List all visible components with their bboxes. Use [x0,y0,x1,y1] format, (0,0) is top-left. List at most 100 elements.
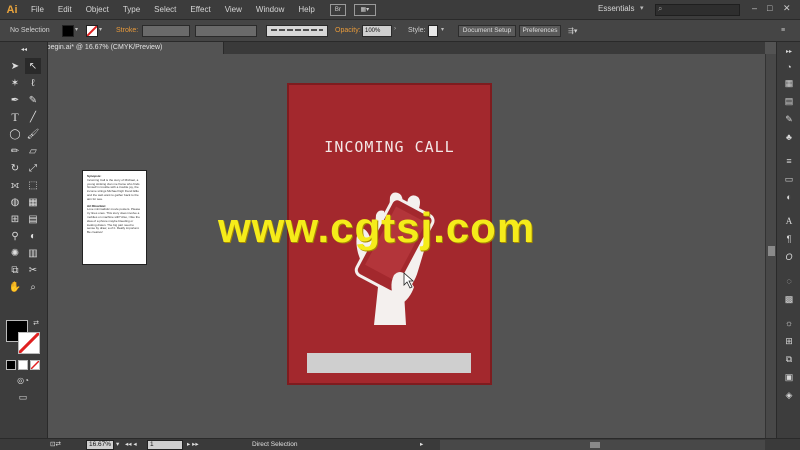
zoom-tool-icon[interactable]: ⌕ [25,279,41,295]
opacity-label[interactable]: Opacity: [335,27,361,34]
direct-selection-tool-icon[interactable]: ↖ [25,58,41,74]
menu-type[interactable]: Type [116,0,147,20]
menu-view[interactable]: View [218,0,249,20]
tab-document[interactable]: × 07_begin.ai* @ 16.67% (CMYK/Preview) [24,42,224,54]
scrollbar-thumb[interactable] [590,442,600,448]
close-icon[interactable]: ✕ [783,3,791,14]
character-panel-icon[interactable]: A [781,214,797,228]
first-artboard-icon[interactable]: ◂◂ ◂ [125,440,137,450]
pathfinder-panel-icon[interactable]: ⧉ [781,352,797,366]
eraser-tool-icon[interactable]: ▱ [25,143,41,159]
opacity-field[interactable]: 100% [362,25,392,37]
paragraph-panel-icon[interactable]: ¶ [781,232,797,246]
width-tool-icon[interactable]: ⟗ [7,177,23,193]
rotate-tool-icon[interactable]: ↻ [7,160,23,176]
artboard-tool-icon[interactable]: ⧉ [7,262,23,278]
vertical-scrollbar[interactable] [765,54,776,438]
swatches-panel-icon[interactable]: ▤ [781,94,797,108]
color-panel-icon[interactable]: ◔ [781,60,797,74]
arrange-icon[interactable]: ⇶▾ [568,27,577,35]
curvature-tool-icon[interactable]: ✎ [25,92,41,108]
layers-panel-icon[interactable]: ◈ [781,388,797,402]
menu-help[interactable]: Help [291,0,321,20]
zoom-level-field[interactable]: 16.67% [86,440,114,450]
horizontal-scrollbar[interactable] [440,440,765,450]
brush-definition-field[interactable] [266,25,328,37]
chevron-down-icon[interactable]: ▾ [441,26,444,33]
symbol-sprayer-tool-icon[interactable]: ✺ [7,245,23,261]
minimize-icon[interactable]: – [752,3,757,13]
mesh-tool-icon[interactable]: ⊞ [7,211,23,227]
stroke-color-box[interactable] [17,331,41,355]
chevron-right-icon[interactable]: ▸ [420,440,423,450]
align-panel-icon[interactable]: ☼ [781,316,797,330]
panel-menu-icon[interactable]: ≡ [781,27,785,34]
gradient-mode-button[interactable] [18,360,28,370]
fill-swatch[interactable] [62,25,74,37]
menu-file[interactable]: File [24,0,51,20]
brushes-panel-icon[interactable]: ✎ [781,112,797,126]
eyedropper-tool-icon[interactable]: ⚲ [7,228,23,244]
chevron-down-icon[interactable]: ▾ [116,440,119,450]
chevron-down-icon[interactable]: ▾ [99,26,102,33]
bridge-icon[interactable]: Br [329,3,346,16]
paintbrush-tool-icon[interactable]: 🖌 [25,126,41,142]
menu-select[interactable]: Select [147,0,183,20]
swap-fill-stroke-icon[interactable]: ⇄ [31,318,41,328]
stroke-label[interactable]: Stroke: [116,27,138,34]
stroke-swatch[interactable] [86,25,98,37]
appearance-panel-icon[interactable]: ◌ [781,274,797,288]
stroke-panel-icon[interactable]: ≡ [781,154,797,168]
chevron-down-icon[interactable]: ▾ [640,4,644,12]
scale-tool-icon[interactable]: ⤢ [25,160,41,176]
stroke-weight-field[interactable] [142,25,190,37]
transform-panel-icon[interactable]: ⊞ [781,334,797,348]
menu-window[interactable]: Window [249,0,291,20]
free-transform-tool-icon[interactable]: ⬚ [25,177,41,193]
lasso-tool-icon[interactable]: ℓ [25,75,41,91]
search-input[interactable]: ⌕ [655,4,740,16]
screen-mode-icon[interactable]: ▭ [14,391,32,403]
graphic-styles-panel-icon[interactable]: ▩ [781,292,797,306]
artboard-number-field[interactable]: 1 [147,440,183,450]
menu-effect[interactable]: Effect [183,0,217,20]
collapse-dock-icon[interactable]: ▸▸ [781,44,797,58]
maximize-icon[interactable]: □ [767,3,772,13]
pencil-tool-icon[interactable]: ✏ [7,143,23,159]
variable-width-field[interactable] [195,25,257,37]
artboards-panel-icon[interactable]: ▣ [781,370,797,384]
perspective-grid-tool-icon[interactable]: ▦ [25,194,41,210]
symbols-panel-icon[interactable]: ♣ [781,130,797,144]
graphic-style-swatch[interactable] [428,25,438,37]
pen-tool-icon[interactable]: ✒ [7,92,23,108]
menu-object[interactable]: Object [79,0,116,20]
color-mode-button[interactable] [6,360,16,370]
slice-tool-icon[interactable]: ✂ [25,262,41,278]
workspace-switcher[interactable]: Essentials [598,4,634,13]
ellipse-tool-icon[interactable]: ◯ [7,126,23,142]
none-mode-button[interactable] [30,360,40,370]
blend-tool-icon[interactable]: ◐ [25,228,41,244]
gradient-panel-icon[interactable]: ▭ [781,172,797,186]
hand-tool-icon[interactable]: ✋ [7,279,23,295]
type-tool-icon[interactable]: T [7,109,23,125]
chevron-right-icon[interactable]: › [394,26,396,32]
transparency-panel-icon[interactable]: ◐ [781,190,797,204]
line-tool-icon[interactable]: ╱ [25,109,41,125]
chevron-down-icon[interactable]: ▾ [75,26,78,33]
selection-tool-icon[interactable]: ➤ [7,58,23,74]
menu-edit[interactable]: Edit [51,0,79,20]
drawing-mode-icon[interactable]: ◎◔ [8,374,38,386]
document-setup-button[interactable]: Document Setup [458,25,516,37]
next-artboard-icon[interactable]: ▸ ▸▸ [187,440,199,450]
color-guide-icon[interactable]: ▦ [781,76,797,90]
collapse-panel-icon[interactable]: ◂◂ [2,45,46,53]
artboard-navigation-icon[interactable]: ⊡⇄ [50,440,61,450]
opentype-panel-icon[interactable]: O [781,250,797,264]
column-graph-tool-icon[interactable]: ▥ [25,245,41,261]
shape-builder-tool-icon[interactable]: ◍ [7,194,23,210]
arrange-documents-icon[interactable]: ▦▾ [353,3,376,16]
magic-wand-tool-icon[interactable]: ✶ [7,75,23,91]
scrollbar-thumb[interactable] [768,246,775,256]
gradient-tool-icon[interactable]: ▤ [25,211,41,227]
